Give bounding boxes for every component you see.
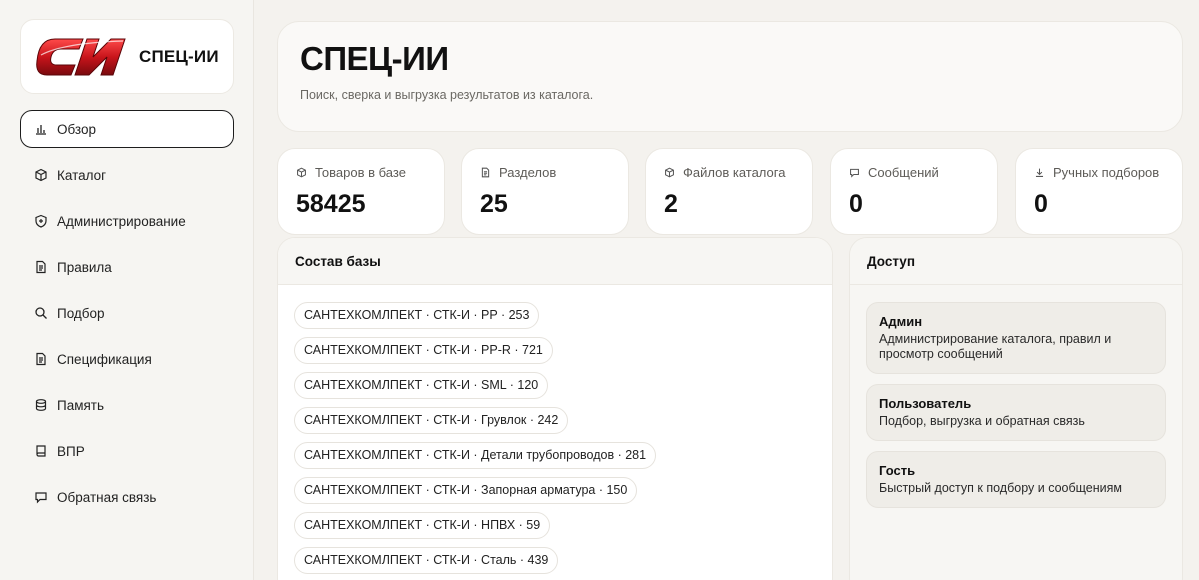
- sidebar: СПЕЦ-ИИ Обзор Каталог Администрирование …: [0, 0, 254, 580]
- sidebar-item-selection[interactable]: Подбор: [20, 294, 234, 332]
- document-icon: [34, 352, 48, 366]
- box-icon: [34, 168, 48, 182]
- search-icon: [34, 306, 48, 320]
- sidebar-item-label: Администрирование: [57, 213, 186, 229]
- stat-card-catalog-files: Файлов каталога 2: [645, 148, 813, 235]
- sidebar-item-vpr[interactable]: ВПР: [20, 432, 234, 470]
- sidebar-item-label: Обратная связь: [57, 489, 157, 505]
- role-card-user: Пользователь Подбор, выгрузка и обратная…: [866, 384, 1166, 441]
- page-title: СПЕЦ-ИИ: [300, 40, 449, 77]
- stat-card-products: Товаров в базе 58425: [277, 148, 445, 235]
- role-description: Подбор, выгрузка и обратная связь: [879, 414, 1085, 428]
- sidebar-item-label: Обзор: [57, 121, 96, 137]
- sidebar-item-specification[interactable]: Спецификация: [20, 340, 234, 378]
- role-card-admin: Админ Администрирование каталога, правил…: [866, 302, 1166, 374]
- list-item[interactable]: САНТЕХКОМЛПЕКТ · СТК-И · Сталь · 439: [294, 547, 559, 574]
- sidebar-item-label: Правила: [57, 259, 112, 275]
- sidebar-item-overview[interactable]: Обзор: [20, 110, 234, 148]
- document-icon: [481, 167, 490, 178]
- stat-label: Ручных подборов: [1053, 165, 1160, 180]
- list-item[interactable]: САНТЕХКОМЛПЕКТ · СТК-И · Грувлок · 242: [294, 407, 569, 434]
- sidebar-item-memory[interactable]: Память: [20, 386, 234, 424]
- sidebar-item-feedback[interactable]: Обратная связь: [20, 478, 234, 516]
- role-description: Администрирование каталога, правил и про…: [879, 332, 1112, 361]
- panel-title: Доступ: [850, 238, 1182, 285]
- composition-list: САНТЕХКОМЛПЕКТ · СТК-И · PP · 253 САНТЕХ…: [278, 285, 832, 580]
- stat-card-manual-selections: Ручных подборов 0: [1015, 148, 1183, 235]
- stat-label: Файлов каталога: [683, 165, 786, 180]
- stats-row: Товаров в базе 58425 Разделов 25 Файлов …: [277, 148, 1183, 235]
- stat-value: 2: [664, 190, 678, 218]
- role-title: Пользователь: [879, 396, 972, 411]
- list-item[interactable]: САНТЕХКОМЛПЕКТ · СТК-И · Запорная армату…: [294, 477, 638, 504]
- logo-card[interactable]: СПЕЦ-ИИ: [20, 19, 234, 94]
- sidebar-item-catalog[interactable]: Каталог: [20, 156, 234, 194]
- brand-logo-icon: [36, 38, 126, 75]
- panel-title: Состав базы: [278, 238, 832, 285]
- stat-value: 0: [849, 190, 863, 218]
- database-icon: [34, 398, 48, 412]
- stat-value: 0: [1034, 190, 1048, 218]
- stat-value: 25: [480, 190, 508, 218]
- sidebar-item-admin[interactable]: Администрирование: [20, 202, 234, 240]
- chat-icon: [34, 490, 48, 504]
- list-item[interactable]: САНТЕХКОМЛПЕКТ · СТК-И · PP · 253: [294, 302, 540, 329]
- page-subtitle: Поиск, сверка и выгрузка результатов из …: [300, 88, 594, 102]
- role-title: Гость: [879, 463, 916, 478]
- chat-icon: [850, 168, 859, 178]
- list-item[interactable]: САНТЕХКОМЛПЕКТ · СТК-И · НПВХ · 59: [294, 512, 551, 539]
- brand-name: СПЕЦ-ИИ: [139, 46, 219, 66]
- shield-icon: [34, 214, 48, 228]
- document-icon: [34, 260, 48, 274]
- list-item[interactable]: САНТЕХКОМЛПЕКТ · СТК-И · PP-R · 721: [294, 337, 553, 364]
- stat-label: Товаров в базе: [315, 165, 406, 180]
- bar-chart-icon: [34, 122, 48, 136]
- role-description: Быстрый доступ к подбору и сообщениям: [879, 481, 1122, 495]
- stat-value: 58425: [296, 190, 366, 218]
- sidebar-item-label: Память: [57, 397, 105, 413]
- stat-label: Разделов: [499, 165, 557, 180]
- stat-label: Сообщений: [868, 165, 939, 180]
- box-icon: [297, 167, 306, 178]
- list-item[interactable]: САНТЕХКОМЛПЕКТ · СТК-И · Детали трубопро…: [294, 442, 657, 469]
- sidebar-item-label: Спецификация: [57, 351, 152, 367]
- stat-card-sections: Разделов 25: [461, 148, 629, 235]
- book-icon: [34, 444, 48, 458]
- list-item[interactable]: САНТЕХКОМЛПЕКТ · СТК-И · SML · 120: [294, 372, 549, 399]
- roles-list: Админ Администрирование каталога, правил…: [850, 285, 1182, 535]
- role-title: Админ: [879, 314, 923, 329]
- composition-panel: Состав базы САНТЕХКОМЛПЕКТ · СТК-И · PP …: [277, 237, 833, 580]
- access-panel: Доступ Админ Администрирование каталога,…: [849, 237, 1183, 580]
- role-card-guest: Гость Быстрый доступ к подбору и сообщен…: [866, 451, 1166, 508]
- stat-card-messages: Сообщений 0: [830, 148, 998, 235]
- sidebar-item-label: Каталог: [57, 167, 107, 183]
- sidebar-item-label: ВПР: [57, 443, 85, 459]
- sidebar-item-rules[interactable]: Правила: [20, 248, 234, 286]
- hero-card: СПЕЦ-ИИ Поиск, сверка и выгрузка результ…: [277, 21, 1183, 132]
- sidebar-item-label: Подбор: [57, 305, 105, 321]
- sidebar-nav: Обзор Каталог Администрирование Правила …: [20, 110, 234, 524]
- download-icon: [1035, 168, 1044, 177]
- box-icon: [665, 167, 674, 178]
